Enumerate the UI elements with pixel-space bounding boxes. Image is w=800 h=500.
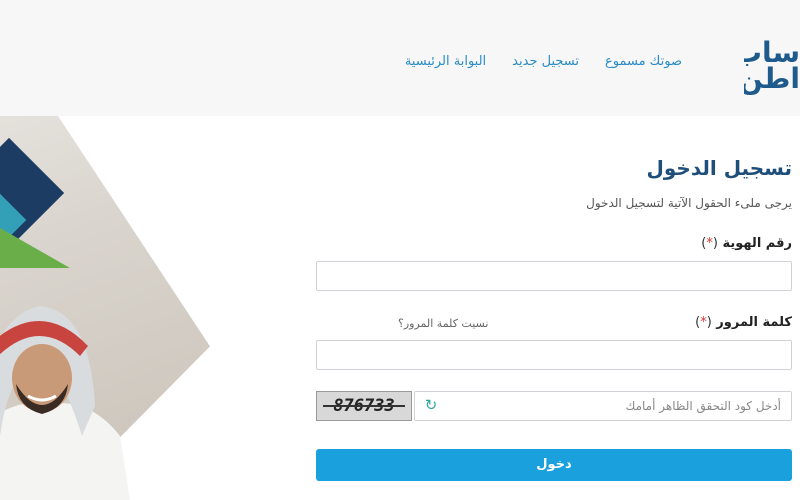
- password-input[interactable]: [316, 340, 792, 370]
- login-button[interactable]: دخول: [316, 449, 792, 481]
- nav-home[interactable]: البوابة الرئيسية: [405, 54, 486, 69]
- person-illustration: [0, 306, 130, 500]
- forgot-password-link[interactable]: نسيت كلمة المرور؟: [398, 317, 488, 330]
- nav-feedback[interactable]: صوتك مسموع: [605, 54, 682, 69]
- captcha-row: أدخل كود التحقق الظاهر أمامك ↻ 876733: [316, 391, 792, 421]
- password-label: كلمة المرور (*): [695, 315, 792, 330]
- login-form: تسجيل الدخول يرجى ملىء الحقول الآتية لتس…: [314, 116, 792, 500]
- site-logo[interactable]: ساب اطن: [744, 40, 800, 96]
- decorative-hero: [0, 116, 210, 500]
- password-required-open: (: [706, 315, 712, 330]
- header: ساب اطن البوابة الرئيسية تسجيل جديد صوتك…: [0, 0, 800, 116]
- page-title: تسجيل الدخول: [646, 156, 792, 180]
- id-required-open: (: [712, 236, 718, 251]
- main-nav: البوابة الرئيسية تسجيل جديد صوتك مسموع: [405, 54, 682, 69]
- id-label: رقم الهوية (*): [701, 236, 792, 251]
- id-number-input[interactable]: [316, 261, 792, 291]
- logo-line-2: اطن: [744, 62, 800, 95]
- captcha-image: 876733: [316, 391, 412, 421]
- captcha-input[interactable]: أدخل كود التحقق الظاهر أمامك: [414, 391, 792, 421]
- id-label-text: رقم الهوية: [722, 236, 792, 251]
- nav-register[interactable]: تسجيل جديد: [512, 54, 579, 69]
- password-label-text: كلمة المرور: [716, 315, 792, 330]
- form-instructions: يرجى ملىء الحقول الآتية لتسجيل الدخول: [586, 196, 792, 210]
- refresh-icon[interactable]: ↻: [420, 391, 442, 419]
